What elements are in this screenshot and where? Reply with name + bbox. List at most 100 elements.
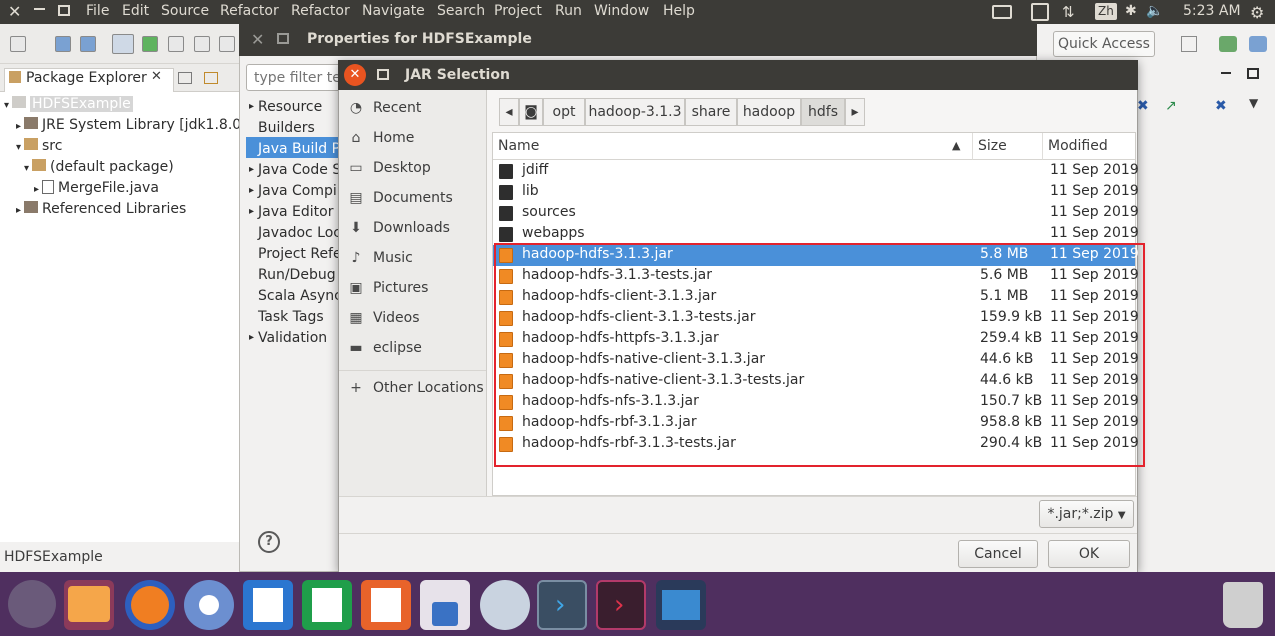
nav-java-build-path[interactable]: Java Build P: [258, 141, 340, 157]
nav-javadoc-location[interactable]: Javadoc Loc: [258, 225, 341, 241]
maximize-view-icon[interactable]: [1247, 68, 1259, 79]
tree-item-hdfsexample[interactable]: ▾ HDFSExample: [4, 96, 133, 112]
place-desktop[interactable]: ▭ Desktop: [339, 154, 487, 184]
list-item-folder[interactable]: lib 11 Sep 2019: [493, 182, 1139, 203]
quick-access-field[interactable]: Quick Access: [1053, 31, 1155, 57]
path-crumb-opt[interactable]: opt: [543, 98, 585, 126]
maximize-icon[interactable]: [377, 69, 389, 80]
console-icon[interactable]: [219, 36, 235, 52]
path-forward-arrow-icon[interactable]: ▸: [845, 98, 865, 126]
nav-builders[interactable]: Builders: [258, 120, 315, 136]
path-back-arrow-icon[interactable]: ◂: [499, 98, 519, 126]
menu-navigate[interactable]: Navigate: [362, 3, 425, 19]
outline-icon[interactable]: [142, 36, 158, 52]
close-icon[interactable]: ✕: [344, 64, 366, 86]
place-documents[interactable]: ▤ Documents: [339, 184, 487, 214]
tree-item-default-package[interactable]: ▾ (default package): [24, 159, 174, 175]
vscode-icon[interactable]: ›: [537, 580, 587, 630]
place-other-locations[interactable]: + Other Locations: [339, 374, 487, 404]
software-center-icon[interactable]: [420, 580, 470, 630]
path-crumb-hadoop[interactable]: hadoop: [737, 98, 801, 126]
expand-arrow-icon[interactable]: ▸: [249, 332, 254, 343]
open-perspective-icon[interactable]: [1181, 36, 1197, 52]
java-perspective-icon[interactable]: [1219, 36, 1237, 52]
expand-arrow-icon[interactable]: ▸: [249, 206, 254, 217]
link-icon[interactable]: ↗: [1165, 98, 1177, 114]
menu-source[interactable]: Source: [161, 3, 209, 19]
save-all-icon[interactable]: [80, 36, 96, 52]
toggle-icon[interactable]: [112, 34, 134, 54]
gear-icon[interactable]: ⚙: [1250, 3, 1264, 22]
filter-icon[interactable]: ✖: [1137, 98, 1149, 114]
bluetooth-icon[interactable]: ✱: [1125, 3, 1137, 19]
list-item-folder[interactable]: jdiff 11 Sep 2019: [493, 161, 1139, 182]
nav-project-references[interactable]: Project Refe: [258, 246, 342, 262]
nav-validation[interactable]: ▸ Validation: [249, 330, 327, 346]
minimize-view-icon[interactable]: [1221, 72, 1231, 74]
ok-button[interactable]: OK: [1048, 540, 1130, 568]
maximize-icon[interactable]: [277, 33, 289, 44]
place-music[interactable]: ♪ Music: [339, 244, 487, 274]
expand-arrow-icon[interactable]: ▸: [16, 121, 24, 132]
menu-edit[interactable]: Edit: [122, 3, 149, 19]
vpn-icon[interactable]: [480, 580, 530, 630]
network-indicator-icon[interactable]: [992, 5, 1012, 19]
minimize-window-icon[interactable]: [34, 8, 45, 10]
column-header-modified[interactable]: Modified: [1043, 133, 1135, 160]
file-type-select[interactable]: *.jar;*.zip ▼: [1039, 500, 1134, 528]
nav-run-debug[interactable]: Run/Debug: [258, 267, 336, 283]
place-pictures[interactable]: ▣ Pictures: [339, 274, 487, 304]
edit-icon[interactable]: [168, 36, 184, 52]
save-icon[interactable]: [55, 36, 71, 52]
tree-item-jre[interactable]: ▸ JRE System Library [jdk1.8.0_: [16, 117, 248, 133]
close-icon[interactable]: ✕: [251, 30, 264, 49]
expand-arrow-icon[interactable]: ▸: [34, 184, 42, 195]
expand-arrow-icon[interactable]: ▾: [4, 100, 12, 111]
keyboard-indicator-icon[interactable]: [1031, 3, 1049, 21]
tree-item-referenced-libraries[interactable]: ▸ Referenced Libraries: [16, 201, 186, 217]
menu-project[interactable]: Project: [494, 3, 542, 19]
volume-icon[interactable]: 🔈: [1146, 3, 1163, 19]
view-menu-icon[interactable]: ▼: [1249, 96, 1258, 110]
place-eclipse[interactable]: ▬ eclipse: [339, 334, 487, 364]
menu-refactor[interactable]: Refactor: [220, 3, 279, 19]
maximize-window-icon[interactable]: [58, 5, 70, 16]
menu-help[interactable]: Help: [663, 3, 695, 19]
column-header-size[interactable]: Size: [973, 133, 1043, 160]
nav-java-code-style[interactable]: ▸ Java Code S: [249, 162, 341, 178]
expand-arrow-icon[interactable]: ▸: [249, 164, 254, 175]
expand-arrow-icon[interactable]: ▸: [249, 185, 254, 196]
path-crumb-hadoop-3.1.3[interactable]: hadoop-3.1.3: [585, 98, 685, 126]
tree-item-mergefile[interactable]: ▸ MergeFile.java: [34, 180, 159, 196]
path-crumb-hdfs[interactable]: hdfs: [801, 98, 845, 126]
expand-arrow-icon[interactable]: ▾: [16, 142, 24, 153]
list-item-folder[interactable]: webapps 11 Sep 2019: [493, 224, 1139, 245]
place-downloads[interactable]: ⬇ Downloads: [339, 214, 487, 244]
place-recent[interactable]: ◔ Recent: [339, 94, 487, 124]
column-header-name[interactable]: Name: [493, 133, 973, 160]
writer-icon[interactable]: [243, 580, 293, 630]
transfer-arrows-icon[interactable]: ⇅: [1062, 3, 1075, 21]
debug-perspective-icon[interactable]: [1249, 36, 1267, 52]
files-icon[interactable]: [64, 580, 114, 630]
filter-view-icon[interactable]: ✖: [1215, 98, 1227, 114]
help-icon[interactable]: ?: [258, 531, 280, 553]
place-home[interactable]: ⌂ Home: [339, 124, 487, 154]
path-crumb-share[interactable]: share: [685, 98, 737, 126]
collapse-all-icon[interactable]: [178, 72, 192, 84]
list-item-folder[interactable]: sources 11 Sep 2019: [493, 203, 1139, 224]
clock-time[interactable]: 5:23 AM: [1183, 3, 1241, 19]
menu-search[interactable]: Search: [437, 3, 485, 19]
input-method-indicator[interactable]: Zh: [1095, 3, 1117, 20]
workspace-icon[interactable]: [656, 580, 706, 630]
properties-icon[interactable]: [194, 36, 210, 52]
nav-resource[interactable]: ▸ Resource: [249, 99, 322, 115]
terminal-icon[interactable]: ›: [596, 580, 646, 630]
expand-arrow-icon[interactable]: ▸: [16, 205, 24, 216]
root-drive-icon[interactable]: ◙: [519, 98, 543, 126]
expand-arrow-icon[interactable]: ▸: [249, 101, 254, 112]
close-window-icon[interactable]: ✕: [8, 2, 21, 21]
menu-file[interactable]: File: [86, 3, 109, 19]
menu-refactor-2[interactable]: Refactor: [291, 3, 350, 19]
new-icon[interactable]: [10, 36, 26, 52]
